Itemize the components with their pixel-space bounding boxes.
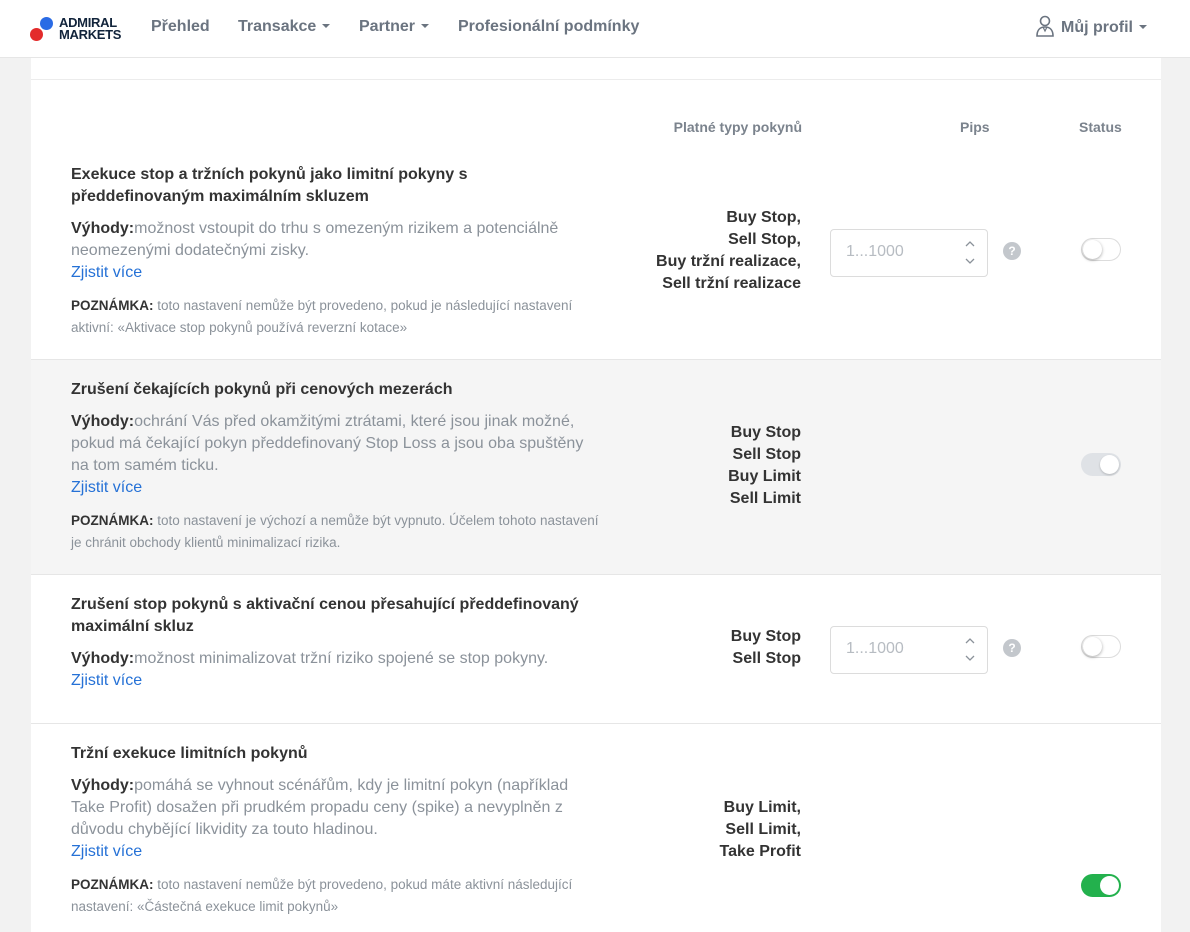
note-label: POZNÁMKA: [71,513,154,528]
pips-input[interactable]: 1...1000 [830,229,988,277]
setting-title: Tržní exekuce limitních pokynů [71,745,308,762]
chevron-down-icon [322,23,331,28]
status-toggle[interactable] [1081,238,1121,261]
chevron-down-icon[interactable] [965,258,975,264]
nav-partner-dropdown[interactable]: Partner [359,18,430,36]
benefit-text: možnost minimalizovat tržní riziko spoje… [134,650,549,667]
learn-more-link[interactable]: Zjistit více [71,670,142,692]
learn-more-link[interactable]: Zjistit více [71,262,142,284]
note-label: POZNÁMKA: [71,877,154,892]
order-types-list: Buy Limit, Sell Limit, Take Profit [719,799,802,860]
help-question-icon[interactable]: ? [1003,639,1021,657]
chevron-down-icon[interactable] [965,655,975,661]
setting-row-cancel-stop-over-slippage: Zrušení stop pokynů s aktivační cenou př… [31,575,1161,724]
user-profile-icon [1036,15,1054,37]
nav-overview[interactable]: Přehled [151,18,210,36]
column-header-pips: Pips [960,119,990,135]
nav-professional-conditions[interactable]: Profesionální podmínky [458,18,639,36]
status-toggle-disabled [1081,453,1121,476]
pips-input[interactable]: 1...1000 [830,626,988,674]
chevron-up-icon[interactable] [965,638,975,644]
logo-red-dot [30,28,43,41]
chevron-up-icon[interactable] [965,241,975,247]
benefit-label: Výhody: [71,413,135,430]
nav-overview-label: Přehled [151,18,210,35]
nav-transactions-label: Transakce [238,18,317,35]
order-types-list: Buy Stop, Sell Stop, Buy tržní realizace… [656,209,801,292]
learn-more-link[interactable]: Zjistit více [71,477,142,499]
status-toggle[interactable] [1081,635,1121,658]
status-toggle[interactable] [1081,874,1121,897]
pips-placeholder: 1...1000 [846,243,904,260]
setting-note: POZNÁMKA: toto nastavení nemůže být prov… [71,295,601,339]
setting-title: Zrušení čekajících pokynů při cenových m… [71,381,453,398]
column-header-status: Status [1079,119,1122,135]
learn-more-link[interactable]: Zjistit více [71,841,142,863]
toggle-knob [1083,240,1102,259]
chevron-down-icon [421,23,430,28]
benefit-text: pomáhá se vyhnout scénářům, kdy je limit… [71,777,569,838]
pips-placeholder: 1...1000 [846,640,904,657]
nav-professional-label: Profesionální podmínky [458,18,640,35]
benefit-label: Výhody: [71,777,135,794]
chevron-down-icon [1138,25,1147,29]
benefit-label: Výhody: [71,220,135,237]
benefit-text: možnost vstoupit do trhu s omezeným rizi… [71,220,559,259]
settings-card: Platné typy pokynů Pips Status Exekuce s… [31,58,1161,932]
setting-title: Zrušení stop pokynů s aktivační cenou př… [71,596,579,635]
profile-label: Můj profil [1061,19,1133,37]
setting-benefit: Výhody:možnost minimalizovat tržní rizik… [71,648,601,670]
toggle-knob [1083,637,1102,656]
divider [31,79,1161,80]
setting-benefit: Výhody:pomáhá se vyhnout scénářům, kdy j… [71,775,601,841]
logo-blue-dot [40,17,53,30]
benefit-label: Výhody: [71,650,135,667]
setting-title: Exekuce stop a tržních pokynů jako limit… [71,166,468,205]
setting-note: POZNÁMKA: toto nastavení nemůže být prov… [71,874,601,918]
setting-row-cancel-pending-on-gaps: Zrušení čekajících pokynů při cenových m… [31,360,1161,575]
setting-note: POZNÁMKA: toto nastavení je výchozí a ne… [71,510,601,554]
note-label: POZNÁMKA: [71,298,154,313]
setting-row-stop-market-as-limit: Exekuce stop a tržních pokynů jako limit… [31,142,1161,360]
setting-row-market-exec-limit: Tržní exekuce limitních pokynů Výhody:po… [31,724,1161,932]
column-header-order-types: Platné typy pokynů [673,119,802,135]
help-question-icon[interactable]: ? [1003,242,1021,260]
top-navbar: ADMIRAL MARKETS Přehled Transakce Partne… [0,0,1190,58]
order-types-list: Buy Stop Sell Stop Buy Limit Sell Limit [728,424,801,507]
nav-transactions-dropdown[interactable]: Transakce [238,18,331,36]
toggle-knob [1100,876,1119,895]
admiral-markets-logo[interactable]: ADMIRAL MARKETS [30,15,125,43]
order-types-list: Buy Stop Sell Stop [730,628,801,667]
profile-menu-dropdown[interactable]: Můj profil [1035,15,1147,39]
nav-partner-label: Partner [359,18,416,35]
toggle-knob [1100,455,1119,474]
setting-benefit: Výhody:ochrání Vás před okamžitými ztrát… [71,411,601,477]
setting-benefit: Výhody:možnost vstoupit do trhu s omezen… [71,218,601,262]
benefit-text: ochrání Vás před okamžitými ztrátami, kt… [71,413,584,474]
logo-text-line2: MARKETS [59,27,122,42]
